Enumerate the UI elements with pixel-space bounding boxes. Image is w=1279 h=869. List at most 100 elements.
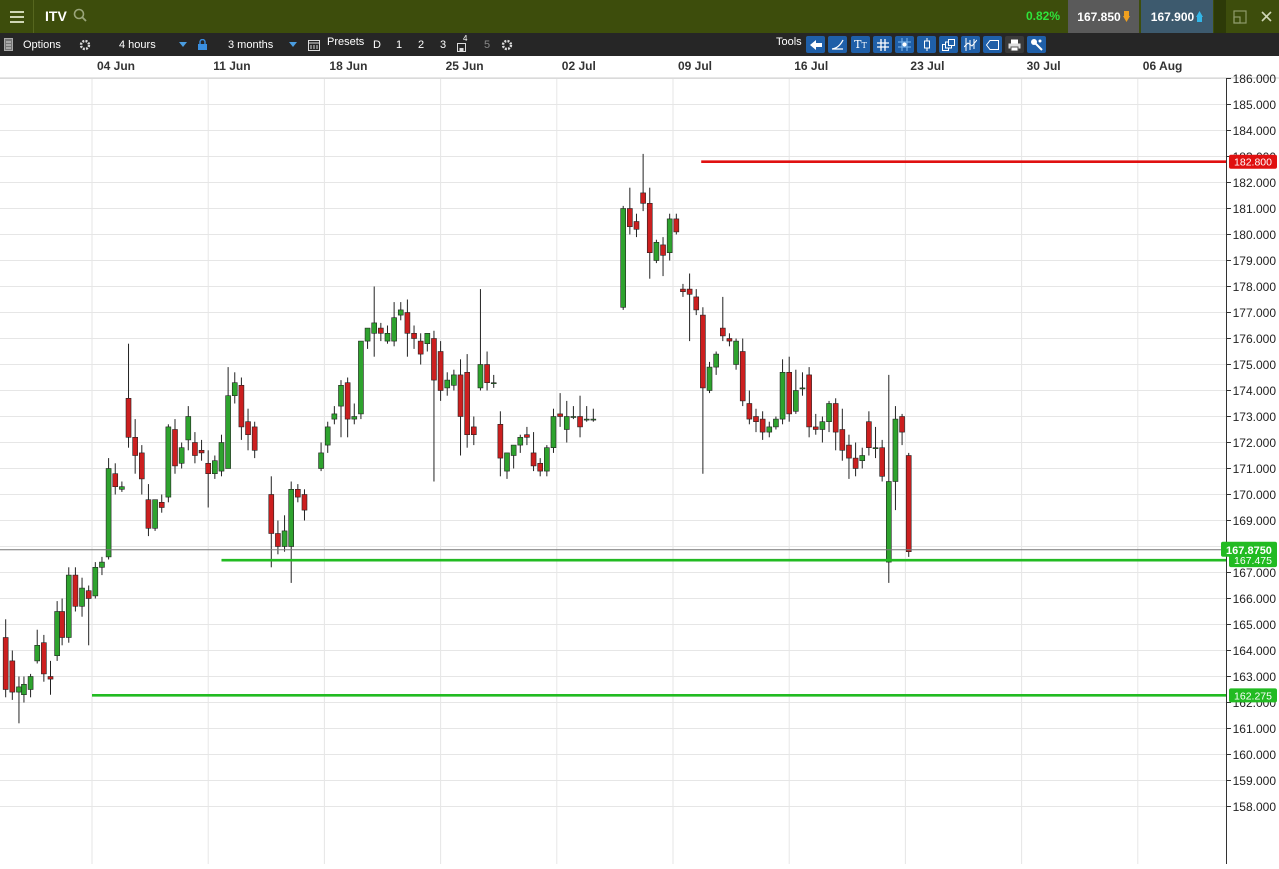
candle-up [892, 418, 899, 482]
candle-up [391, 317, 397, 342]
candle-down [524, 434, 530, 438]
y-tick-label: 174.000 [1233, 384, 1277, 398]
instrument-symbol: ITV [45, 8, 67, 24]
candle-up [16, 686, 22, 693]
candle-down [301, 494, 308, 511]
candle-up [165, 426, 172, 498]
preset-1-button[interactable]: 1 [390, 36, 408, 53]
label-tool-button[interactable] [983, 36, 1002, 53]
range-value: 3 months [228, 38, 274, 51]
interval-value: 4 hours [119, 38, 156, 51]
preset-d-button[interactable]: D [368, 36, 386, 53]
candle-down [132, 436, 138, 456]
candle-down [344, 382, 351, 420]
candle-up [510, 444, 517, 456]
candle-up [152, 499, 158, 529]
candle-up [119, 486, 125, 490]
options-button[interactable]: Options [4, 33, 61, 56]
trendline-tool-button[interactable] [828, 36, 847, 53]
y-tick-label: 171.000 [1233, 462, 1277, 476]
price-chart[interactable]: 04 Jun 11 Jun 18 Jun 25 Jun 02 Jul 09 Jul 16 J… [0, 56, 1279, 864]
search-icon[interactable] [73, 8, 87, 27]
candle-tool-button[interactable] [917, 36, 936, 53]
buy-button[interactable]: 167.900 [1141, 0, 1213, 33]
gear-icon [79, 39, 91, 50]
y-axis: 158.000159.000160.000161.000162.000163.0… [1226, 72, 1276, 864]
chevron-down-icon [289, 42, 297, 47]
candle-up [105, 468, 112, 558]
grid-icon [876, 38, 889, 51]
preset-4-button[interactable]: 4 [453, 34, 471, 53]
candle-up [563, 416, 570, 430]
interval-select[interactable]: 4 hours [104, 33, 192, 56]
restore-window-button[interactable] [1228, 0, 1252, 33]
range-select[interactable]: 3 months [213, 33, 301, 56]
candle-up [178, 447, 185, 464]
candle-up [799, 387, 806, 390]
preset-3-button[interactable]: 3 [434, 36, 452, 53]
candle-up [590, 418, 597, 421]
indicator-tool-button[interactable] [961, 36, 980, 53]
candle-down [746, 403, 753, 420]
x-tick-label: 11 Jun [213, 59, 250, 73]
candle-up [666, 218, 673, 253]
candle-up [583, 418, 590, 421]
drag-handle[interactable] [1214, 0, 1226, 33]
options-gear-button[interactable] [79, 33, 91, 56]
candle-up [318, 452, 324, 469]
y-tick-label: 172.000 [1233, 436, 1277, 450]
buy-price: 167.900 [1150, 9, 1195, 24]
calendar-button[interactable] [308, 33, 320, 56]
settings-tool-button[interactable] [1027, 36, 1046, 53]
lock-button[interactable] [198, 33, 207, 56]
sell-button[interactable]: 167.850 [1068, 0, 1139, 33]
layers-icon [942, 38, 955, 51]
candle-up [397, 309, 404, 316]
preset-5-button[interactable]: 5 [478, 36, 496, 53]
back-tool-button[interactable] [806, 36, 825, 53]
candle-down [158, 501, 165, 508]
candle-down [646, 203, 653, 254]
candle-down [417, 340, 424, 355]
close-button[interactable] [1254, 0, 1278, 33]
candle-down [464, 371, 470, 435]
candle-down [275, 533, 281, 547]
horizontal-levels[interactable] [0, 160, 1226, 697]
y-tick-label: 159.000 [1233, 774, 1277, 788]
candle-up [424, 332, 431, 344]
y-tick-label: 169.000 [1233, 514, 1277, 528]
indicator-icon [964, 38, 977, 51]
candle-down [806, 374, 812, 428]
x-tick-label: 04 Jun [97, 59, 135, 73]
candle-up [544, 447, 550, 472]
candle-up [773, 418, 779, 428]
presets-gear-button[interactable] [501, 33, 513, 56]
candle-up [733, 340, 739, 365]
crosshair-tool-button[interactable] [895, 36, 914, 53]
preset-2-button[interactable]: 2 [412, 36, 430, 53]
candle-down [640, 192, 646, 204]
sell-price: 167.850 [1077, 9, 1121, 24]
menu-button[interactable] [0, 0, 34, 33]
candle-down [719, 327, 726, 337]
candlestick-chart[interactable]: 04 Jun 11 Jun 18 Jun 25 Jun 02 Jul 09 Jul 16 J… [0, 56, 1279, 864]
y-tick-label: 177.000 [1233, 306, 1277, 320]
candle-up [218, 442, 225, 472]
layers-tool-button[interactable] [939, 36, 958, 53]
candle-up [517, 436, 524, 446]
y-tick-label: 165.000 [1233, 618, 1277, 632]
candle-up [331, 413, 338, 420]
candle-up [793, 390, 799, 412]
print-tool-button[interactable] [1005, 36, 1024, 53]
grid-tool-button[interactable] [873, 36, 892, 53]
candle-up [185, 416, 192, 441]
candle-down [739, 351, 746, 402]
candle-up [550, 416, 557, 449]
text-tool-button[interactable]: TT [851, 36, 870, 53]
candle-up [444, 379, 451, 389]
tag-icon [986, 39, 999, 50]
current-price-label: 167.8750 [1226, 545, 1272, 557]
candle-down [295, 488, 301, 498]
candle-down [47, 676, 54, 680]
candle-up [231, 382, 238, 397]
